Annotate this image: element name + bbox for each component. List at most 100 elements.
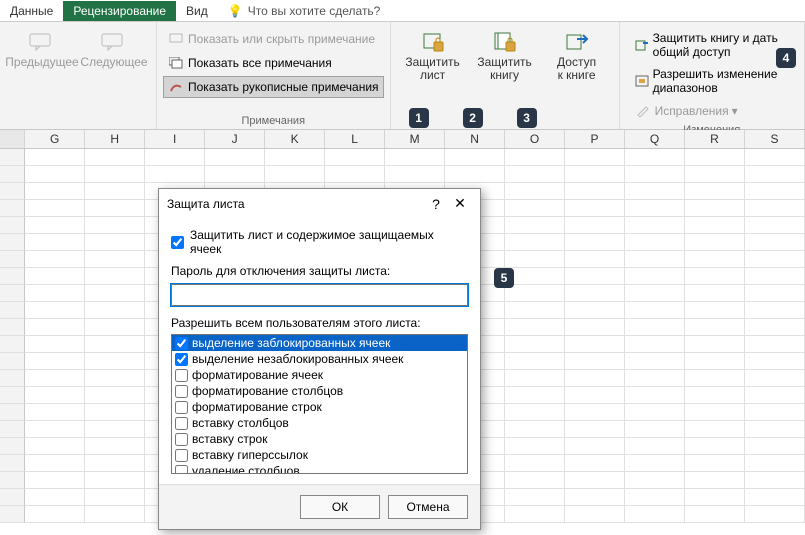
column-headers: GHIJKLMNOPQRS <box>0 130 805 149</box>
badge-3: 3 <box>517 108 537 128</box>
column-header[interactable]: J <box>205 130 265 148</box>
permission-label: вставку столбцов <box>192 416 289 430</box>
dropdown-icon: ▾ <box>732 104 738 118</box>
column-header[interactable]: M <box>385 130 445 148</box>
permission-label: форматирование столбцов <box>192 384 343 398</box>
password-input[interactable] <box>171 284 468 306</box>
column-header[interactable]: S <box>745 130 805 148</box>
dialog-title: Защита листа <box>167 197 424 211</box>
permission-checkbox[interactable] <box>175 353 188 366</box>
column-header[interactable]: L <box>325 130 385 148</box>
permission-checkbox[interactable] <box>175 417 188 430</box>
permission-label: вставку строк <box>192 432 267 446</box>
permission-checkbox[interactable] <box>175 465 188 475</box>
protect-sheet-label: Защитить лист <box>405 56 459 82</box>
protect-share-icon <box>635 37 649 53</box>
column-header[interactable]: H <box>85 130 145 148</box>
lock-book-icon <box>491 30 519 54</box>
permission-item[interactable]: вставку столбцов <box>172 415 467 431</box>
help-button[interactable]: ? <box>424 196 448 212</box>
comments-group-label: Примечания <box>163 113 384 127</box>
column-header[interactable]: I <box>145 130 205 148</box>
column-header[interactable]: R <box>685 130 745 148</box>
password-label: Пароль для отключения защиты листа: <box>171 264 468 278</box>
permission-item[interactable]: выделение незаблокированных ячеек <box>172 351 467 367</box>
badge-1: 1 <box>409 108 429 128</box>
badge-4: 4 <box>776 48 796 68</box>
badge-2: 2 <box>463 108 483 128</box>
permissions-label: Разрешить всем пользователям этого листа… <box>171 316 468 330</box>
protect-and-share-button[interactable]: Защитить книгу и дать общий доступ <box>630 28 798 62</box>
dialog-titlebar: Защита листа ? ✕ <box>159 189 480 218</box>
protect-book-label: Защитить книгу <box>477 56 531 82</box>
ribbon: Предыдущее Следующее Показать или скрыть… <box>0 22 805 130</box>
allow-ranges-icon <box>635 73 649 89</box>
prev-comment-label: Предыдущее <box>5 56 78 69</box>
permission-checkbox[interactable] <box>175 401 188 414</box>
ok-button[interactable]: ОК <box>300 495 380 519</box>
protect-checkbox[interactable] <box>171 236 184 249</box>
speech-next-icon <box>100 30 128 54</box>
column-header[interactable]: O <box>505 130 565 148</box>
select-all-corner[interactable] <box>0 130 25 148</box>
permission-label: выделение заблокированных ячеек <box>192 336 390 350</box>
show-ink-comments-button[interactable]: Показать рукописные примечания <box>163 76 384 98</box>
protect-sheet-dialog: Защита листа ? ✕ Защитить лист и содержи… <box>158 188 481 530</box>
share-book-label: Доступ к книге <box>557 56 596 82</box>
track-changes-label: Исправления <box>655 104 729 118</box>
lightbulb-icon: 💡 <box>228 4 243 18</box>
permission-label: форматирование строк <box>192 400 322 414</box>
permission-item[interactable]: вставку строк <box>172 431 467 447</box>
permission-checkbox[interactable] <box>175 369 188 382</box>
prev-comment-button[interactable]: Предыдущее <box>6 26 78 69</box>
column-header[interactable]: Q <box>625 130 685 148</box>
show-hide-comment-button[interactable]: Показать или скрыть примечание <box>163 28 384 50</box>
protect-sheet-button[interactable]: Защитить лист <box>397 26 469 82</box>
protect-and-share-label: Защитить книгу и дать общий доступ <box>653 31 793 59</box>
show-hide-comment-label: Показать или скрыть примечание <box>188 32 375 46</box>
allow-ranges-button[interactable]: Разрешить изменение диапазонов <box>630 64 798 98</box>
permission-item[interactable]: форматирование строк <box>172 399 467 415</box>
column-header[interactable]: G <box>25 130 85 148</box>
permission-checkbox[interactable] <box>175 337 188 350</box>
permission-label: удаление столбцов <box>192 464 300 474</box>
badge-5: 5 <box>494 268 514 288</box>
share-book-icon <box>563 30 591 54</box>
permission-checkbox[interactable] <box>175 433 188 446</box>
tab-data[interactable]: Данные <box>0 1 63 21</box>
column-header[interactable]: P <box>565 130 625 148</box>
column-header[interactable]: K <box>265 130 325 148</box>
protect-checkbox-row[interactable]: Защитить лист и содержимое защищаемых яч… <box>171 228 468 256</box>
permission-label: форматирование ячеек <box>192 368 323 382</box>
track-changes-button[interactable]: Исправления ▾ <box>630 100 798 122</box>
tell-me-field[interactable]: 💡 Что вы хотите сделать? <box>218 1 391 21</box>
show-ink-comments-label: Показать рукописные примечания <box>188 80 379 94</box>
tab-review[interactable]: Рецензирование <box>63 1 176 21</box>
permission-checkbox[interactable] <box>175 449 188 462</box>
permission-checkbox[interactable] <box>175 385 188 398</box>
track-changes-icon <box>635 103 651 119</box>
lock-sheet-icon <box>419 30 447 54</box>
speech-prev-icon <box>28 30 56 54</box>
permission-label: вставку гиперссылок <box>192 448 308 462</box>
permissions-list[interactable]: выделение заблокированных ячееквыделение… <box>171 334 468 474</box>
cancel-button[interactable]: Отмена <box>388 495 468 519</box>
next-comment-button[interactable]: Следующее <box>78 26 150 69</box>
column-header[interactable]: N <box>445 130 505 148</box>
next-comment-label: Следующее <box>80 56 147 69</box>
ink-icon <box>168 79 184 95</box>
permission-item[interactable]: выделение заблокированных ячеек <box>172 335 467 351</box>
protect-checkbox-label: Защитить лист и содержимое защищаемых яч… <box>190 228 468 256</box>
permission-item[interactable]: форматирование ячеек <box>172 367 467 383</box>
show-all-comments-button[interactable]: Показать все примечания <box>163 52 384 74</box>
permission-item[interactable]: удаление столбцов <box>172 463 467 474</box>
close-button[interactable]: ✕ <box>448 195 472 212</box>
tab-view[interactable]: Вид <box>176 1 218 21</box>
permission-item[interactable]: вставку гиперссылок <box>172 447 467 463</box>
share-book-button[interactable]: Доступ к книге <box>541 26 613 82</box>
permission-item[interactable]: форматирование столбцов <box>172 383 467 399</box>
protect-book-button[interactable]: Защитить книгу <box>469 26 541 82</box>
tell-me-label: Что вы хотите сделать? <box>248 4 381 18</box>
allow-ranges-label: Разрешить изменение диапазонов <box>653 67 793 95</box>
show-all-comments-label: Показать все примечания <box>188 56 332 70</box>
